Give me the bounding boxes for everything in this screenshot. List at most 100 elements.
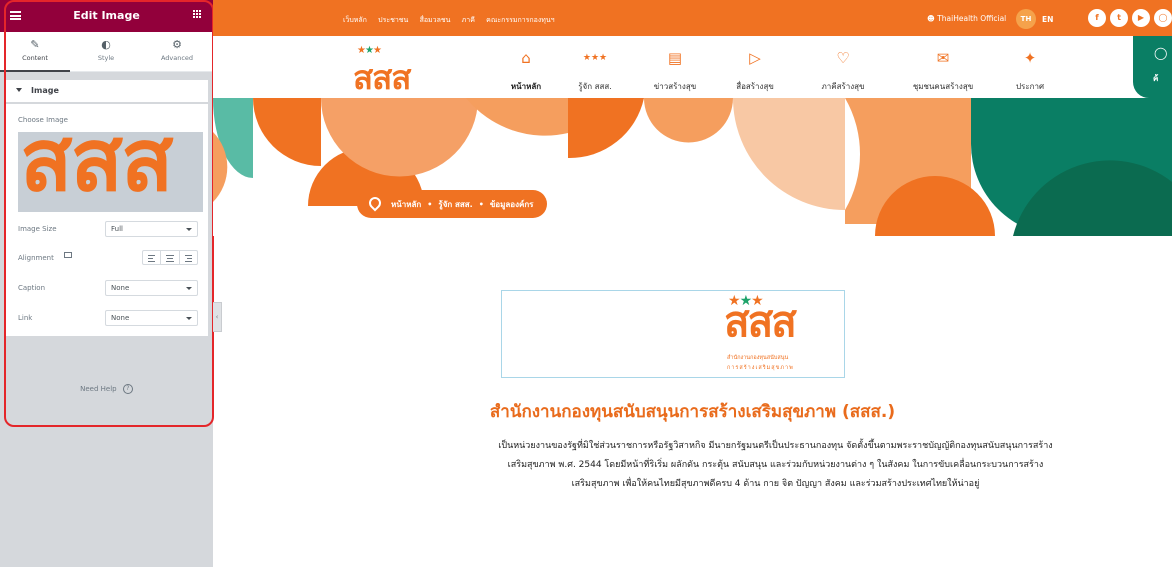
page-banner: หน้าหลัก • รู้จัก สสส. • ข้อมูลองค์กร <box>213 98 1172 236</box>
selected-image-widget[interactable]: ★★★ สสส สำนักงานกองทุนสนับสนุน การสร้างเ… <box>501 290 845 378</box>
preview-logo-text: สสส <box>20 132 173 211</box>
choose-image-label: Choose Image <box>18 116 68 124</box>
image-size-label: Image Size <box>18 225 57 233</box>
chevron-down-icon <box>186 287 192 290</box>
editor-panel: Edit Image ✎ Content ◐ Style ⚙ Advanced … <box>0 0 214 567</box>
link-select[interactable]: None <box>105 310 198 326</box>
stars-icon: ★★★ <box>582 53 608 63</box>
home-icon: ⌂ <box>521 49 531 67</box>
gear-icon: ⚙ <box>172 38 182 51</box>
site-topbar: เว็บหลัก ประชาชน สื่อมวลชน ภาคี คณะกรรมก… <box>213 0 1172 36</box>
media-icon: ▷ <box>749 49 761 67</box>
alignment-label: Alignment <box>18 254 54 262</box>
chevron-down-icon <box>186 317 192 320</box>
editor-title: Edit Image <box>73 9 140 22</box>
nav-news[interactable]: ▤ ข่าวสร้างสุข <box>645 48 705 92</box>
collapse-panel-button[interactable]: ‹ <box>213 302 222 332</box>
chat-icon: ✉ <box>936 49 950 67</box>
nav-partners[interactable]: ♡ ภาคีสร้างสุข <box>811 48 875 92</box>
alignment-buttons <box>142 250 198 265</box>
link-label: Link <box>18 314 33 322</box>
need-help-link[interactable]: Need Help ? <box>0 384 213 394</box>
official-label: ThaiHealth Official <box>937 14 1007 23</box>
search-label: ค้ <box>1153 74 1159 83</box>
link-value: None <box>111 314 130 322</box>
user-icon: ☻ <box>927 14 938 23</box>
youtube-icon[interactable]: ▶ <box>1132 9 1150 27</box>
top-link-main[interactable]: เว็บหลัก <box>343 16 367 24</box>
widget-logo-subtitle-2: การสร้างเสริมสุขภาพ <box>727 365 794 371</box>
pencil-icon: ✎ <box>30 38 40 51</box>
top-links: เว็บหลัก ประชาชน สื่อมวลชน ภาคี คณะกรรมก… <box>343 15 564 26</box>
nav-home-label: หน้าหลัก <box>510 82 542 91</box>
nav-announcements[interactable]: ✦ ประกาศ <box>1005 48 1055 92</box>
editor-tabs: ✎ Content ◐ Style ⚙ Advanced <box>0 32 213 72</box>
org-description: เป็นหน่วยงานของรัฐที่มิใช่ส่วนราชการหรือ… <box>498 441 1053 489</box>
help-circle-icon: ? <box>122 384 133 394</box>
nav-media-label: สื่อสร้างสุข <box>736 82 774 91</box>
section-image-toggle[interactable]: Image <box>5 80 208 102</box>
align-center-button[interactable] <box>161 251 180 264</box>
home-outline-icon <box>366 194 384 212</box>
logo-text: สสส <box>353 58 411 97</box>
heart-icon: ♡ <box>836 49 850 67</box>
nav-about[interactable]: ★★★ รู้จัก สสส. <box>567 48 623 92</box>
breadcrumb: หน้าหลัก • รู้จัก สสส. • ข้อมูลองค์กร <box>357 190 548 218</box>
nav-media[interactable]: ▷ สื่อสร้างสุข <box>725 48 785 92</box>
nav-home[interactable]: ⌂ หน้าหลัก <box>500 48 552 92</box>
chevron-down-icon <box>186 228 192 231</box>
align-left-button[interactable] <box>143 251 162 264</box>
page-title: สำนักงานกองทุนสนับสนุนการสร้างเสริมสุขภา… <box>489 402 896 422</box>
search-tile[interactable]: ◯ ค้ <box>1133 36 1172 98</box>
align-right-button[interactable] <box>180 251 197 264</box>
caret-down-icon <box>16 88 22 92</box>
tab-content-label: Content <box>22 54 48 62</box>
caption-select[interactable]: None <box>105 280 198 296</box>
top-link-public[interactable]: ประชาชน <box>378 16 408 24</box>
image-preview[interactable]: สสส <box>18 132 203 212</box>
tab-content[interactable]: ✎ Content <box>0 32 70 72</box>
breadcrumb-org-info[interactable]: ข้อมูลองค์กร <box>490 200 534 209</box>
breadcrumb-home[interactable]: หน้าหลัก <box>391 200 421 209</box>
search-icon: ◯ <box>1154 46 1168 60</box>
caption-value: None <box>111 284 130 292</box>
top-link-committee[interactable]: คณะกรรมการกองทุนฯ <box>486 16 554 24</box>
nav-news-label: ข่าวสร้างสุข <box>653 82 697 91</box>
tab-style-label: Style <box>97 54 115 62</box>
caption-label: Caption <box>18 284 46 292</box>
site-logo[interactable]: ★★★ สสส <box>351 45 421 97</box>
nav-community[interactable]: ✉ ชุมชนคนสร้างสุข <box>899 48 987 92</box>
instagram-icon[interactable]: ◯ <box>1154 9 1172 27</box>
widgets-grid-icon[interactable] <box>193 10 203 20</box>
site-navbar: ★★★ สสส ⌂ หน้าหลัก ★★★ รู้จัก สสส. ▤ ข่า… <box>213 36 1172 98</box>
lang-en-button[interactable]: EN <box>1042 15 1053 24</box>
tab-advanced-label: Advanced <box>160 54 194 62</box>
widget-logo-text: สสส <box>724 297 797 346</box>
section-title: Image <box>31 86 59 95</box>
top-link-partners[interactable]: ภาคี <box>462 16 475 24</box>
breadcrumb-about[interactable]: รู้จัก สสส. <box>438 200 472 209</box>
nav-announcements-label: ประกาศ <box>1015 82 1045 91</box>
editor-header: Edit Image <box>0 0 213 32</box>
image-controls: Choose Image สสส Image Size Full Alignme… <box>5 104 208 336</box>
need-help-label: Need Help <box>80 385 117 393</box>
top-link-media[interactable]: สื่อมวลชน <box>420 16 451 24</box>
image-size-value: Full <box>111 225 123 233</box>
lang-th-button[interactable]: TH <box>1016 9 1036 29</box>
screen: Edit Image ✎ Content ◐ Style ⚙ Advanced … <box>0 0 1172 567</box>
nav-partners-label: ภาคีสร้างสุข <box>821 82 865 91</box>
official-account-link[interactable]: ☻ ThaiHealth Official <box>927 14 1006 23</box>
nav-about-label: รู้จัก สสส. <box>578 82 612 91</box>
widget-logo-subtitle-1: สำนักงานกองทุนสนับสนุน <box>727 355 789 361</box>
half-circle-icon: ◐ <box>101 38 111 51</box>
desktop-monitor-icon[interactable] <box>64 252 72 258</box>
megaphone-icon: ✦ <box>1023 49 1037 67</box>
tab-style[interactable]: ◐ Style <box>71 32 141 72</box>
image-size-select[interactable]: Full <box>105 221 198 237</box>
news-icon: ▤ <box>667 49 683 67</box>
tab-advanced[interactable]: ⚙ Advanced <box>142 32 212 72</box>
facebook-icon[interactable]: f <box>1088 9 1106 27</box>
nav-community-label: ชุมชนคนสร้างสุข <box>912 82 974 91</box>
banner-graphic <box>213 98 1172 236</box>
twitter-icon[interactable]: t <box>1110 9 1128 27</box>
